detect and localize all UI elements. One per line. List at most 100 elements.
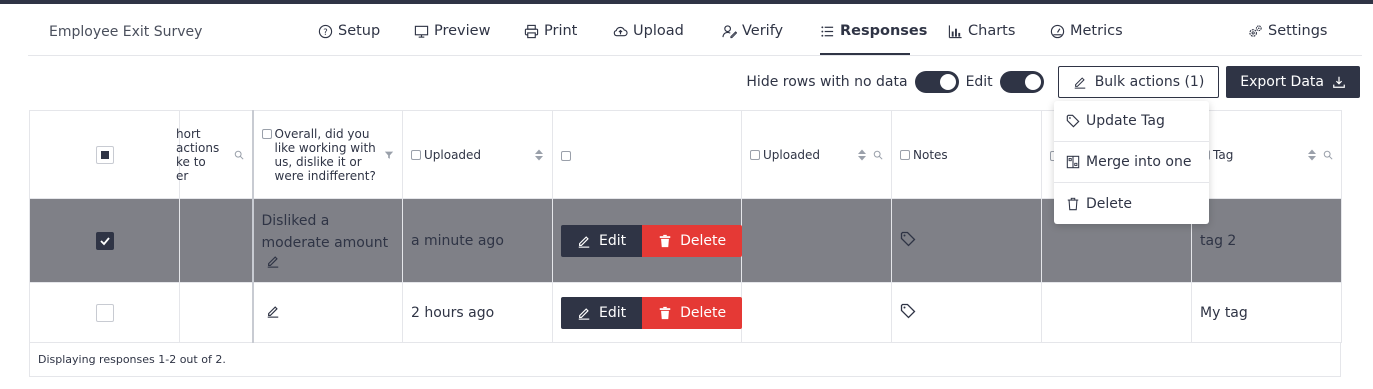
trash-icon xyxy=(659,234,671,247)
row-actions-cell: Edit Delete xyxy=(552,198,743,283)
tab-metrics-label: Metrics xyxy=(1070,23,1123,39)
tab-verify-label: Verify xyxy=(742,23,784,39)
truncated-cell xyxy=(179,282,254,343)
pencil-icon xyxy=(578,235,590,248)
printer-icon xyxy=(524,24,539,38)
monitor-icon xyxy=(414,25,429,38)
col-tag: Tag xyxy=(1191,110,1342,199)
tab-metrics[interactable]: Metrics xyxy=(1050,23,1123,39)
export-data-button[interactable]: Export Data xyxy=(1226,66,1360,98)
tab-charts[interactable]: Charts xyxy=(948,23,1015,39)
sort-icon[interactable] xyxy=(1307,149,1317,161)
col-uploaded-2: Uploaded xyxy=(741,110,892,199)
hidden-cell xyxy=(1041,282,1192,343)
row-edit-label: Edit xyxy=(599,304,627,321)
gauge-icon xyxy=(1050,24,1065,38)
tab-setup[interactable]: ? Setup xyxy=(318,23,380,39)
sort-icon[interactable] xyxy=(534,149,544,161)
tab-preview[interactable]: Preview xyxy=(414,23,490,39)
responses-toolbar: Hide rows with no data Edit Bulk actions… xyxy=(746,66,1360,98)
tab-verify[interactable]: Verify xyxy=(722,23,783,39)
tab-print-label: Print xyxy=(544,23,578,39)
col-question-label: Overall, did you like working with us, d… xyxy=(274,126,376,183)
answer-cell xyxy=(252,282,403,343)
filter-icon[interactable] xyxy=(384,149,394,161)
uploaded-2-cell xyxy=(741,282,892,343)
question-icon xyxy=(561,150,571,161)
tab-charts-label: Charts xyxy=(968,23,1016,39)
row-edit-label: Edit xyxy=(599,232,627,249)
hide-rows-label: Hide rows with no data xyxy=(746,74,908,90)
row-delete-button[interactable]: Delete xyxy=(642,224,743,257)
col-tag-label: Tag xyxy=(1213,147,1234,162)
menu-item-label: Delete xyxy=(1086,195,1132,212)
pencil-icon xyxy=(578,307,590,320)
col-notes: Notes xyxy=(891,110,1042,199)
answer-cell: Disliked a moderate amount xyxy=(252,198,403,283)
row-actions-cell: Edit Delete xyxy=(552,282,743,343)
tab-setup-label: Setup xyxy=(338,23,381,39)
row-delete-button[interactable]: Delete xyxy=(642,296,743,329)
row-select-cell xyxy=(29,282,180,343)
list-icon xyxy=(821,25,834,37)
tab-settings[interactable]: Settings xyxy=(1248,23,1327,39)
col-uploaded-1-label: Uploaded xyxy=(424,147,482,162)
tab-responses-label: Responses xyxy=(840,23,928,39)
bulk-actions-label: Bulk actions (1) xyxy=(1094,74,1205,90)
trash-icon xyxy=(1067,197,1079,210)
row-checkbox[interactable] xyxy=(95,303,114,322)
row-delete-label: Delete xyxy=(680,304,727,321)
truncated-cell xyxy=(179,198,254,283)
row-edit-button[interactable]: Edit xyxy=(561,296,643,329)
menu-item-delete[interactable]: Delete xyxy=(1054,183,1209,224)
row-checkbox[interactable] xyxy=(95,231,114,250)
svg-text:?: ? xyxy=(323,26,327,36)
bulk-actions-menu: Update Tag Merge into one Delete xyxy=(1054,101,1209,224)
bulk-actions-button[interactable]: Bulk actions (1) xyxy=(1057,66,1220,98)
tag-icon[interactable] xyxy=(900,303,916,319)
export-data-label: Export Data xyxy=(1240,74,1324,90)
pencil-icon[interactable] xyxy=(266,304,280,318)
col-uploaded-1: Uploaded xyxy=(402,110,553,199)
question-circle-icon: ? xyxy=(318,24,333,38)
menu-item-merge[interactable]: Merge into one xyxy=(1054,142,1209,183)
col-notes-label: Notes xyxy=(913,147,948,162)
question-icon xyxy=(261,128,272,139)
menu-item-update-tag[interactable]: Update Tag xyxy=(1054,101,1209,142)
select-all-checkbox[interactable] xyxy=(95,145,114,164)
tag-cell: My tag xyxy=(1191,282,1342,343)
download-icon xyxy=(1333,76,1345,88)
tab-responses[interactable]: Responses xyxy=(820,23,927,39)
menu-item-label: Update Tag xyxy=(1086,113,1165,129)
col-truncated-question: hort actions ke to er xyxy=(176,110,254,199)
col-question: Overall, did you like working with us, d… xyxy=(252,110,403,199)
cloud-upload-icon xyxy=(613,26,628,36)
tag-cell: tag 2 xyxy=(1191,198,1342,283)
tab-upload[interactable]: Upload xyxy=(613,23,684,39)
edit-toggle[interactable] xyxy=(999,71,1044,93)
pencil-icon[interactable] xyxy=(266,254,280,268)
search-icon[interactable] xyxy=(873,149,883,161)
edit-label: Edit xyxy=(965,74,993,90)
sort-icon[interactable] xyxy=(857,149,867,161)
active-tab-underline xyxy=(820,53,910,55)
search-icon[interactable] xyxy=(234,149,244,161)
uploaded-2-cell xyxy=(741,198,892,283)
survey-title: Employee Exit Survey xyxy=(49,24,203,40)
gears-icon xyxy=(1249,24,1262,37)
tab-print[interactable]: Print xyxy=(524,23,577,39)
row-delete-label: Delete xyxy=(680,232,727,249)
row-edit-button[interactable]: Edit xyxy=(561,224,643,257)
merge-icon xyxy=(1066,155,1080,169)
question-icon xyxy=(900,149,910,160)
table-footer: Displaying responses 1-2 out of 2. xyxy=(29,343,1341,377)
uploaded-cell: 2 hours ago xyxy=(402,282,553,343)
notes-cell xyxy=(891,282,1042,343)
notes-cell xyxy=(891,198,1042,283)
search-icon[interactable] xyxy=(1323,149,1333,161)
table-row[interactable]: 2 hours ago Edit Delete My tag xyxy=(29,282,1342,343)
tab-settings-label: Settings xyxy=(1268,23,1328,39)
hide-rows-toggle[interactable] xyxy=(914,71,959,93)
col-truncated-label: hort actions ke to er xyxy=(176,126,220,183)
tag-icon[interactable] xyxy=(900,231,916,247)
